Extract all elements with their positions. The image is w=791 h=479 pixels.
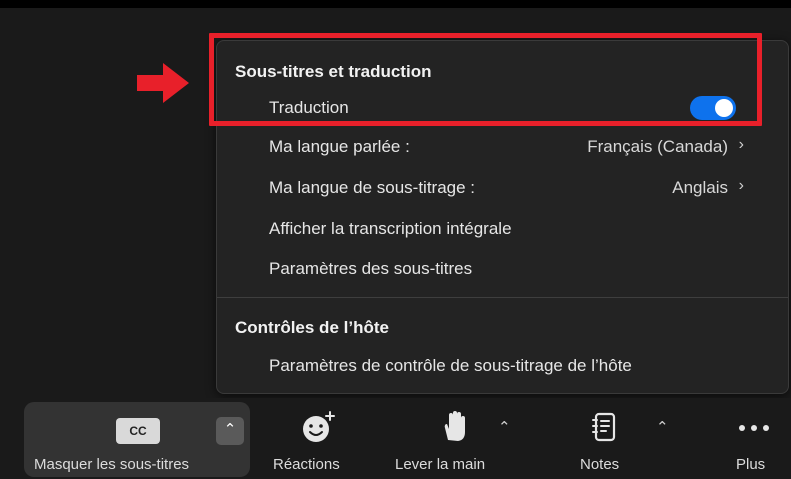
host-controls-heading: Contrôles de l’hôte xyxy=(235,318,389,337)
full-transcript-label: Afficher la transcription intégrale xyxy=(269,219,512,238)
host-caption-settings-label: Paramètres de contrôle de sous-titrage d… xyxy=(269,356,632,375)
raise-hand-icon[interactable] xyxy=(440,410,470,444)
chevron-right-icon: › xyxy=(738,136,744,153)
host-caption-settings-item[interactable]: Paramètres de contrôle de sous-titrage d… xyxy=(269,348,788,382)
annotation-highlight-box xyxy=(209,33,762,126)
subtitle-language-value: Anglais xyxy=(672,178,728,197)
menu-divider xyxy=(217,297,788,298)
subtitle-language-item[interactable]: Ma langue de sous-titrage : Anglais › xyxy=(269,170,788,204)
spoken-language-value: Français (Canada) xyxy=(587,137,728,156)
meeting-view: Sous-titres et traduction Traduction Ma … xyxy=(0,0,791,479)
raise-hand-label[interactable]: Lever la main xyxy=(395,456,485,473)
chevron-up-icon: ⌃ xyxy=(223,421,237,438)
arrow-right-icon xyxy=(137,63,189,103)
top-strip xyxy=(0,0,791,8)
chevron-right-icon: › xyxy=(738,177,744,194)
cc-icon[interactable]: CC xyxy=(116,418,160,444)
spoken-language-label: Ma langue parlée : xyxy=(269,137,410,156)
more-dots-icon[interactable] xyxy=(738,424,770,432)
full-transcript-item[interactable]: Afficher la transcription intégrale xyxy=(269,211,788,245)
chevron-up-icon[interactable]: ⌃ xyxy=(656,418,669,436)
more-label[interactable]: Plus xyxy=(736,456,765,473)
subtitle-language-label: Ma langue de sous-titrage : xyxy=(269,178,476,197)
notes-label[interactable]: Notes xyxy=(580,456,619,473)
reactions-label[interactable]: Réactions xyxy=(273,456,340,473)
spoken-language-item[interactable]: Ma langue parlée : Français (Canada) › xyxy=(269,129,788,163)
hide-captions-label[interactable]: Masquer les sous-titres xyxy=(34,456,189,473)
caption-settings-label: Paramètres des sous-titres xyxy=(269,259,473,278)
notes-icon[interactable] xyxy=(592,412,618,444)
captions-options-button[interactable]: ⌃ xyxy=(216,417,244,445)
caption-settings-item[interactable]: Paramètres des sous-titres xyxy=(269,251,788,285)
chevron-up-icon[interactable]: ⌃ xyxy=(498,418,511,436)
reaction-face-icon[interactable] xyxy=(301,410,337,444)
